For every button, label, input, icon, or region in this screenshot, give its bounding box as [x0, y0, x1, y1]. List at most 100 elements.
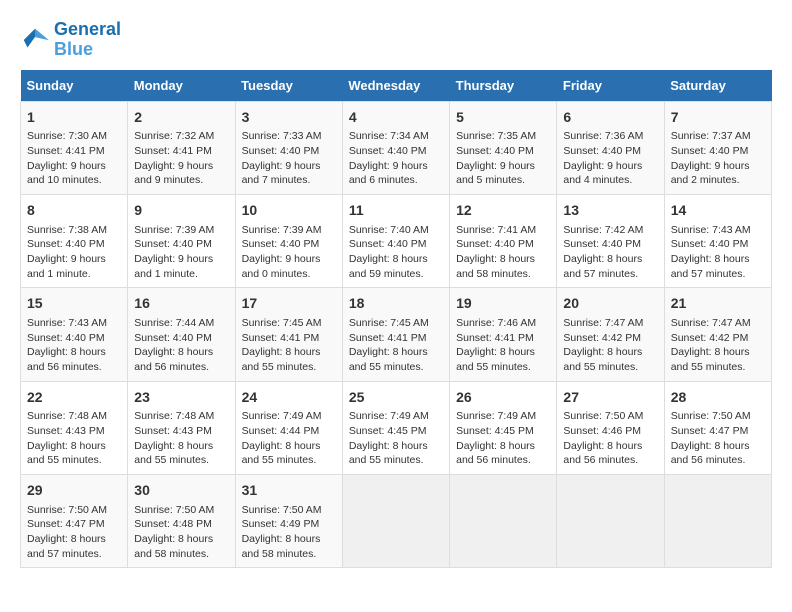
- day-info: Sunrise: 7:45 AM Sunset: 4:41 PM Dayligh…: [349, 316, 443, 375]
- day-info: Sunrise: 7:47 AM Sunset: 4:42 PM Dayligh…: [671, 316, 765, 375]
- week-row-4: 22 Sunrise: 7:48 AM Sunset: 4:43 PM Dayl…: [21, 381, 772, 474]
- day-info: Sunrise: 7:37 AM Sunset: 4:40 PM Dayligh…: [671, 129, 765, 188]
- day-number: 6: [563, 108, 657, 128]
- calendar-cell: 30 Sunrise: 7:50 AM Sunset: 4:48 PM Dayl…: [128, 474, 235, 567]
- day-info: Sunrise: 7:32 AM Sunset: 4:41 PM Dayligh…: [134, 129, 228, 188]
- logo-icon: [20, 25, 50, 55]
- calendar-cell: 15 Sunrise: 7:43 AM Sunset: 4:40 PM Dayl…: [21, 288, 128, 381]
- day-info: Sunrise: 7:41 AM Sunset: 4:40 PM Dayligh…: [456, 223, 550, 282]
- calendar-cell: 21 Sunrise: 7:47 AM Sunset: 4:42 PM Dayl…: [664, 288, 771, 381]
- week-row-1: 1 Sunrise: 7:30 AM Sunset: 4:41 PM Dayli…: [21, 101, 772, 194]
- day-number: 31: [242, 481, 336, 501]
- day-info: Sunrise: 7:35 AM Sunset: 4:40 PM Dayligh…: [456, 129, 550, 188]
- day-number: 12: [456, 201, 550, 221]
- day-number: 2: [134, 108, 228, 128]
- page-header: General Blue: [20, 20, 772, 60]
- calendar-cell: 31 Sunrise: 7:50 AM Sunset: 4:49 PM Dayl…: [235, 474, 342, 567]
- calendar-cell: 27 Sunrise: 7:50 AM Sunset: 4:46 PM Dayl…: [557, 381, 664, 474]
- header-sunday: Sunday: [21, 70, 128, 102]
- calendar-cell: 18 Sunrise: 7:45 AM Sunset: 4:41 PM Dayl…: [342, 288, 449, 381]
- day-number: 16: [134, 294, 228, 314]
- day-info: Sunrise: 7:36 AM Sunset: 4:40 PM Dayligh…: [563, 129, 657, 188]
- calendar-cell: 12 Sunrise: 7:41 AM Sunset: 4:40 PM Dayl…: [450, 194, 557, 287]
- day-number: 4: [349, 108, 443, 128]
- day-number: 9: [134, 201, 228, 221]
- day-number: 1: [27, 108, 121, 128]
- calendar-cell: 11 Sunrise: 7:40 AM Sunset: 4:40 PM Dayl…: [342, 194, 449, 287]
- calendar-cell: 13 Sunrise: 7:42 AM Sunset: 4:40 PM Dayl…: [557, 194, 664, 287]
- calendar-cell: [450, 474, 557, 567]
- day-number: 21: [671, 294, 765, 314]
- day-info: Sunrise: 7:34 AM Sunset: 4:40 PM Dayligh…: [349, 129, 443, 188]
- day-info: Sunrise: 7:49 AM Sunset: 4:44 PM Dayligh…: [242, 409, 336, 468]
- day-number: 29: [27, 481, 121, 501]
- week-row-3: 15 Sunrise: 7:43 AM Sunset: 4:40 PM Dayl…: [21, 288, 772, 381]
- day-info: Sunrise: 7:50 AM Sunset: 4:48 PM Dayligh…: [134, 503, 228, 562]
- calendar-cell: 16 Sunrise: 7:44 AM Sunset: 4:40 PM Dayl…: [128, 288, 235, 381]
- calendar-cell: 26 Sunrise: 7:49 AM Sunset: 4:45 PM Dayl…: [450, 381, 557, 474]
- calendar-cell: 28 Sunrise: 7:50 AM Sunset: 4:47 PM Dayl…: [664, 381, 771, 474]
- day-number: 24: [242, 388, 336, 408]
- calendar-cell: 20 Sunrise: 7:47 AM Sunset: 4:42 PM Dayl…: [557, 288, 664, 381]
- day-info: Sunrise: 7:50 AM Sunset: 4:49 PM Dayligh…: [242, 503, 336, 562]
- day-number: 8: [27, 201, 121, 221]
- day-number: 26: [456, 388, 550, 408]
- day-number: 20: [563, 294, 657, 314]
- day-info: Sunrise: 7:39 AM Sunset: 4:40 PM Dayligh…: [242, 223, 336, 282]
- day-number: 17: [242, 294, 336, 314]
- day-info: Sunrise: 7:46 AM Sunset: 4:41 PM Dayligh…: [456, 316, 550, 375]
- day-number: 22: [27, 388, 121, 408]
- day-info: Sunrise: 7:50 AM Sunset: 4:46 PM Dayligh…: [563, 409, 657, 468]
- week-row-2: 8 Sunrise: 7:38 AM Sunset: 4:40 PM Dayli…: [21, 194, 772, 287]
- day-info: Sunrise: 7:39 AM Sunset: 4:40 PM Dayligh…: [134, 223, 228, 282]
- header-monday: Monday: [128, 70, 235, 102]
- day-info: Sunrise: 7:48 AM Sunset: 4:43 PM Dayligh…: [27, 409, 121, 468]
- day-info: Sunrise: 7:44 AM Sunset: 4:40 PM Dayligh…: [134, 316, 228, 375]
- calendar-cell: 5 Sunrise: 7:35 AM Sunset: 4:40 PM Dayli…: [450, 101, 557, 194]
- calendar-cell: [664, 474, 771, 567]
- calendar-cell: 24 Sunrise: 7:49 AM Sunset: 4:44 PM Dayl…: [235, 381, 342, 474]
- calendar-cell: 10 Sunrise: 7:39 AM Sunset: 4:40 PM Dayl…: [235, 194, 342, 287]
- day-info: Sunrise: 7:30 AM Sunset: 4:41 PM Dayligh…: [27, 129, 121, 188]
- calendar-cell: 25 Sunrise: 7:49 AM Sunset: 4:45 PM Dayl…: [342, 381, 449, 474]
- day-info: Sunrise: 7:49 AM Sunset: 4:45 PM Dayligh…: [456, 409, 550, 468]
- day-info: Sunrise: 7:40 AM Sunset: 4:40 PM Dayligh…: [349, 223, 443, 282]
- calendar-header-row: SundayMondayTuesdayWednesdayThursdayFrid…: [21, 70, 772, 102]
- day-number: 19: [456, 294, 550, 314]
- calendar-cell: 23 Sunrise: 7:48 AM Sunset: 4:43 PM Dayl…: [128, 381, 235, 474]
- day-number: 28: [671, 388, 765, 408]
- logo-text: General Blue: [54, 20, 121, 60]
- day-number: 15: [27, 294, 121, 314]
- day-number: 27: [563, 388, 657, 408]
- day-info: Sunrise: 7:38 AM Sunset: 4:40 PM Dayligh…: [27, 223, 121, 282]
- day-info: Sunrise: 7:42 AM Sunset: 4:40 PM Dayligh…: [563, 223, 657, 282]
- calendar-cell: 22 Sunrise: 7:48 AM Sunset: 4:43 PM Dayl…: [21, 381, 128, 474]
- day-info: Sunrise: 7:50 AM Sunset: 4:47 PM Dayligh…: [671, 409, 765, 468]
- calendar-cell: 29 Sunrise: 7:50 AM Sunset: 4:47 PM Dayl…: [21, 474, 128, 567]
- calendar-cell: 17 Sunrise: 7:45 AM Sunset: 4:41 PM Dayl…: [235, 288, 342, 381]
- header-tuesday: Tuesday: [235, 70, 342, 102]
- header-friday: Friday: [557, 70, 664, 102]
- calendar-cell: 19 Sunrise: 7:46 AM Sunset: 4:41 PM Dayl…: [450, 288, 557, 381]
- calendar-cell: 1 Sunrise: 7:30 AM Sunset: 4:41 PM Dayli…: [21, 101, 128, 194]
- day-number: 14: [671, 201, 765, 221]
- calendar-cell: 3 Sunrise: 7:33 AM Sunset: 4:40 PM Dayli…: [235, 101, 342, 194]
- calendar-cell: [557, 474, 664, 567]
- day-number: 5: [456, 108, 550, 128]
- calendar-cell: 4 Sunrise: 7:34 AM Sunset: 4:40 PM Dayli…: [342, 101, 449, 194]
- day-info: Sunrise: 7:47 AM Sunset: 4:42 PM Dayligh…: [563, 316, 657, 375]
- day-info: Sunrise: 7:50 AM Sunset: 4:47 PM Dayligh…: [27, 503, 121, 562]
- week-row-5: 29 Sunrise: 7:50 AM Sunset: 4:47 PM Dayl…: [21, 474, 772, 567]
- day-number: 18: [349, 294, 443, 314]
- day-info: Sunrise: 7:33 AM Sunset: 4:40 PM Dayligh…: [242, 129, 336, 188]
- calendar-table: SundayMondayTuesdayWednesdayThursdayFrid…: [20, 70, 772, 569]
- day-info: Sunrise: 7:48 AM Sunset: 4:43 PM Dayligh…: [134, 409, 228, 468]
- calendar-cell: 14 Sunrise: 7:43 AM Sunset: 4:40 PM Dayl…: [664, 194, 771, 287]
- day-info: Sunrise: 7:43 AM Sunset: 4:40 PM Dayligh…: [671, 223, 765, 282]
- day-number: 3: [242, 108, 336, 128]
- day-number: 10: [242, 201, 336, 221]
- day-number: 11: [349, 201, 443, 221]
- calendar-cell: 8 Sunrise: 7:38 AM Sunset: 4:40 PM Dayli…: [21, 194, 128, 287]
- day-info: Sunrise: 7:43 AM Sunset: 4:40 PM Dayligh…: [27, 316, 121, 375]
- calendar-cell: 2 Sunrise: 7:32 AM Sunset: 4:41 PM Dayli…: [128, 101, 235, 194]
